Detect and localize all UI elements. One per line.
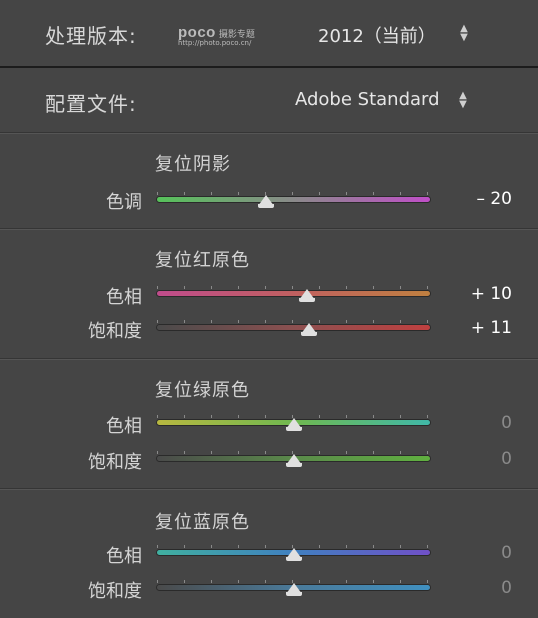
green-saturation-label: 饱和度 (88, 452, 142, 473)
green-saturation-value[interactable]: 0 (501, 449, 512, 469)
slider-track[interactable] (157, 291, 430, 296)
slider-thumb[interactable] (299, 289, 316, 302)
blue-saturation-label: 饱和度 (88, 581, 142, 602)
slider-thumb[interactable] (285, 548, 302, 561)
slider-track[interactable] (157, 197, 430, 202)
profile-select[interactable]: Adobe Standard (295, 89, 440, 110)
slider-thumb[interactable] (285, 454, 302, 467)
green-primary-group: 复位绿原色 色相 0 饱和度 0 (0, 360, 538, 488)
watermark-url: http://photo.poco.cn/ (178, 39, 252, 47)
blue-saturation-value[interactable]: 0 (501, 578, 512, 598)
profile-label: 配置文件: (45, 92, 137, 116)
blue-hue-slider[interactable] (157, 545, 430, 561)
slider-thumb[interactable] (285, 418, 302, 431)
slider-ticks (157, 286, 430, 289)
green-hue-slider[interactable] (157, 415, 430, 431)
process-version-label: 处理版本: (45, 24, 137, 48)
slider-ticks (157, 192, 430, 195)
blue-saturation-slider[interactable] (157, 580, 430, 596)
profile-row: 配置文件: Adobe Standard ▲ ▼ (0, 68, 538, 132)
reset-green-primary-button[interactable]: 复位绿原色 (155, 376, 250, 402)
slider-thumb[interactable] (258, 195, 275, 208)
slider-track[interactable] (157, 325, 430, 330)
shadows-tint-label: 色调 (106, 192, 142, 213)
blue-primary-group: 复位蓝原色 色相 0 饱和度 0 (0, 490, 538, 618)
slider-ticks (157, 320, 430, 323)
slider-thumb[interactable] (285, 583, 302, 596)
red-primary-group: 复位红原色 色相 + 10 饱和度 + 11 (0, 230, 538, 358)
green-hue-value[interactable]: 0 (501, 413, 512, 433)
shadows-tint-value[interactable]: – 20 (476, 189, 512, 209)
red-hue-label: 色相 (106, 287, 142, 308)
process-version-updown-icon[interactable]: ▲ ▼ (459, 24, 469, 43)
slider-thumb[interactable] (300, 323, 317, 336)
red-hue-value[interactable]: + 10 (471, 284, 512, 304)
profile-updown-icon[interactable]: ▲ ▼ (458, 91, 468, 110)
process-version-row: 处理版本: poco 摄影专题 http://photo.poco.cn/ 201… (0, 0, 538, 66)
shadows-tint-slider[interactable] (157, 192, 430, 208)
red-saturation-value[interactable]: + 11 (471, 318, 512, 338)
reset-red-primary-button[interactable]: 复位红原色 (155, 246, 250, 272)
reset-shadows-button[interactable]: 复位阴影 (155, 150, 231, 176)
green-hue-label: 色相 (106, 416, 142, 437)
green-saturation-slider[interactable] (157, 451, 430, 467)
watermark: poco 摄影专题 http://photo.poco.cn/ (178, 22, 255, 47)
red-hue-slider[interactable] (157, 286, 430, 302)
red-saturation-slider[interactable] (157, 320, 430, 336)
shadows-group: 复位阴影 色调 – 20 (0, 134, 538, 228)
process-version-select[interactable]: 2012（当前） (318, 22, 436, 48)
red-saturation-label: 饱和度 (88, 321, 142, 342)
blue-hue-value[interactable]: 0 (501, 543, 512, 563)
reset-blue-primary-button[interactable]: 复位蓝原色 (155, 508, 250, 534)
blue-hue-label: 色相 (106, 546, 142, 567)
